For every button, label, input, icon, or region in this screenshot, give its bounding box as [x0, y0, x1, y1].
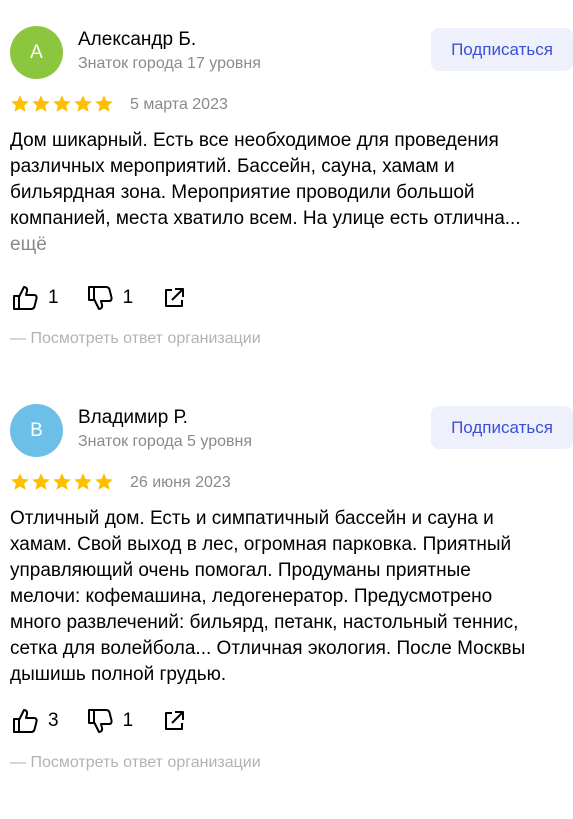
subscribe-button[interactable]: Подписаться [431, 28, 573, 71]
dislike-button[interactable]: 1 [85, 283, 134, 313]
review-text-line: Дом шикарный. Есть все необходимое для п… [10, 130, 499, 151]
rating-stars [10, 472, 114, 494]
review-text-line: различных мероприятий. Бассейн, сауна, х… [10, 156, 455, 177]
like-button[interactable]: 3 [10, 706, 59, 736]
org-answer-link[interactable]: — Посмотреть ответ организации [10, 753, 261, 773]
review-text-line: дышишь полной грудью. [10, 664, 227, 685]
review-text-line: мелочи: кофемашина, ледогенератор. Преду… [10, 586, 493, 607]
star-icon [11, 95, 29, 112]
star-icon [32, 473, 50, 490]
review-text: Дом шикарный. Есть все необходимое для п… [10, 128, 570, 232]
thumbs-down-icon [87, 709, 113, 733]
org-answer-link[interactable]: — Посмотреть ответ организации [10, 329, 261, 349]
review-text-line: компанией, места хватило всем. На улице … [10, 208, 521, 229]
review-actions: 3 1 [10, 706, 187, 736]
share-button[interactable] [161, 708, 187, 734]
review-actions: 1 1 [10, 283, 187, 313]
thumbs-up-icon [13, 286, 38, 310]
dislike-count: 1 [122, 710, 134, 731]
expand-review-link[interactable]: ещё [10, 232, 47, 258]
share-icon [165, 711, 185, 730]
like-button[interactable]: 1 [10, 283, 59, 313]
author-level: Знаток города 5 уровня [78, 433, 253, 450]
star-icon [32, 95, 50, 112]
review-text-line: сетка для волейбола... Отличная экология… [10, 638, 526, 659]
review-text-line: много развлечений: бильярд, петанк, наст… [10, 612, 519, 633]
dislike-count: 1 [122, 287, 134, 308]
dislike-button[interactable]: 1 [85, 706, 134, 736]
star-icon [74, 95, 92, 112]
star-icon [11, 473, 29, 490]
review-text-line: бильярдная зона. Мероприятие проводили б… [10, 182, 475, 203]
author-level: Знаток города 17 уровня [78, 55, 261, 72]
star-icon [95, 473, 113, 490]
author-name[interactable]: Владимир Р. [78, 406, 188, 430]
review-text-line: управляющий очень помогал. Продуманы при… [10, 560, 471, 581]
review-text: Отличный дом. Есть и симпатичный бассейн… [10, 506, 570, 688]
review-text-line: хамам. Свой выход в лес, огромная парков… [10, 534, 512, 555]
subscribe-button[interactable]: Подписаться [431, 406, 573, 449]
like-count: 1 [48, 287, 59, 308]
star-icon [53, 473, 71, 490]
like-count: 3 [48, 710, 59, 731]
star-icon [53, 95, 71, 112]
avatar[interactable]: В [10, 404, 63, 457]
avatar[interactable]: А [10, 26, 63, 79]
review-text-line: Отличный дом. Есть и симпатичный бассейн… [10, 508, 494, 529]
review-date: 26 июня 2023 [130, 474, 231, 491]
thumbs-down-icon [87, 286, 113, 310]
thumbs-up-icon [13, 709, 38, 733]
share-button[interactable] [161, 285, 187, 311]
star-icon [74, 473, 92, 490]
share-icon [165, 288, 185, 307]
star-icon [95, 95, 113, 112]
review-date: 5 марта 2023 [130, 96, 228, 113]
author-name[interactable]: Александр Б. [78, 28, 196, 52]
rating-stars [10, 94, 114, 116]
